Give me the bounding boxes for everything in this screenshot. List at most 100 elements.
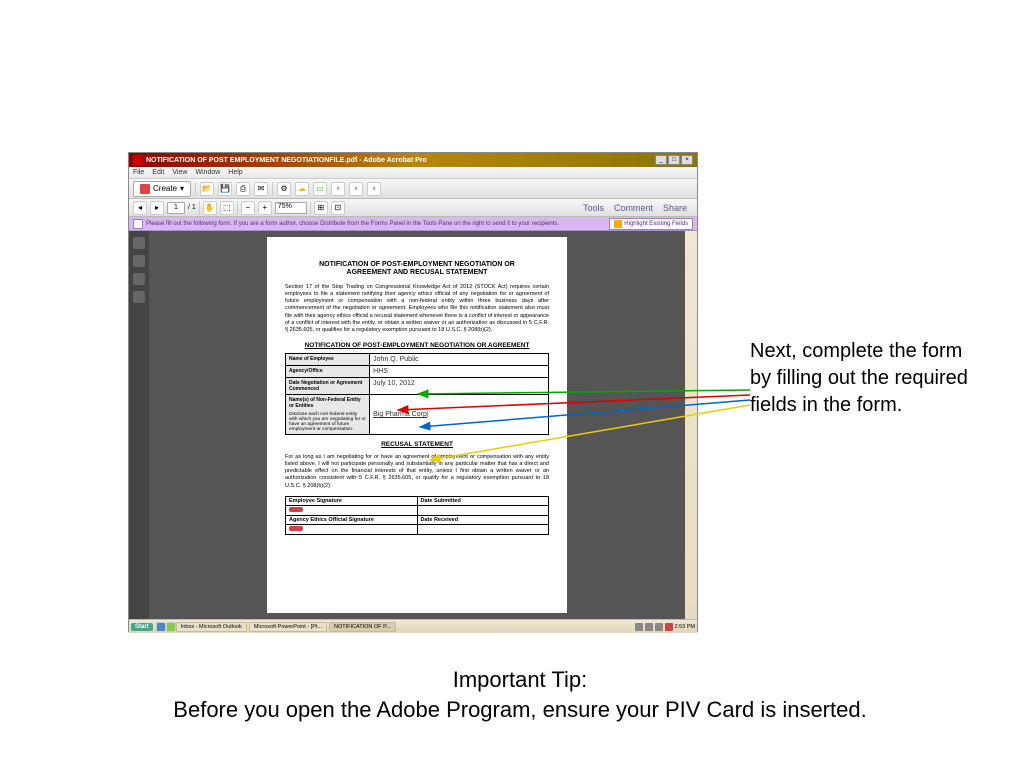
zoom-select[interactable]: 75%: [275, 202, 307, 214]
name-label: Name of Employee: [286, 353, 370, 365]
highlight-fields-icon: [614, 220, 622, 228]
tray-icon[interactable]: [645, 623, 653, 631]
print-icon[interactable]: ⎙: [236, 182, 250, 196]
task-powerpoint[interactable]: Microsoft PowerPoint - [Pt...: [249, 622, 327, 632]
highlight-label: Highlight Existing Fields: [624, 221, 688, 227]
pdf-icon: [133, 155, 143, 165]
tray-icon[interactable]: [655, 623, 663, 631]
select-tool-icon[interactable]: ⬚: [220, 201, 234, 215]
menu-file[interactable]: File: [133, 169, 144, 176]
tray-icon[interactable]: [665, 623, 673, 631]
pdf-page: NOTIFICATION OF POST-EMPLOYMENT NEGOTIAT…: [267, 237, 567, 613]
ethics-sig-field[interactable]: [286, 524, 418, 534]
system-tray: 2:53 PM: [635, 623, 695, 631]
form-icon: [133, 219, 143, 229]
menu-help[interactable]: Help: [228, 169, 242, 176]
create-label: Create: [153, 184, 177, 193]
task-outlook[interactable]: Inbox - Microsoft Outlook: [176, 622, 247, 632]
fit-page-icon[interactable]: ⊡: [331, 201, 345, 215]
recusal-paragraph: For as long as I am negotiating for or h…: [285, 454, 549, 490]
page-viewport[interactable]: NOTIFICATION OF POST-EMPLOYMENT NEGOTIAT…: [149, 231, 685, 619]
zoom-in-button[interactable]: +: [258, 201, 272, 215]
gear-icon[interactable]: ⚙: [277, 182, 291, 196]
tip-title: Important Tip:: [453, 667, 588, 692]
minimize-button[interactable]: _: [655, 155, 667, 165]
tray-icon[interactable]: [635, 623, 643, 631]
menubar: File Edit View Window Help: [129, 167, 697, 179]
email-icon[interactable]: ✉: [254, 182, 268, 196]
signature-mark-icon: [289, 507, 303, 512]
share-button[interactable]: Share: [663, 203, 687, 213]
form-message: Please fill out the following form. If y…: [146, 221, 559, 227]
page-icon[interactable]: ▫: [331, 182, 345, 196]
notification-table: Name of Employee John Q. Public Agency/O…: [285, 353, 549, 435]
tools-button[interactable]: Tools: [583, 203, 604, 213]
signature-mark-icon: [289, 526, 303, 531]
acrobat-window: NOTIFICATION OF POST EMPLOYMENT NEGOTIAT…: [128, 152, 698, 632]
windows-taskbar: Start Inbox - Microsoft Outlook Microsof…: [129, 619, 697, 633]
signatures-icon[interactable]: [133, 291, 145, 303]
separator: [272, 182, 273, 196]
date-field[interactable]: July 10, 2012: [370, 377, 549, 394]
menu-view[interactable]: View: [172, 169, 187, 176]
entity-label-title: Name(s) of Non-Federal Entity or Entitie…: [289, 397, 366, 409]
window-controls: _ □ ×: [655, 155, 693, 165]
vertical-scrollbar[interactable]: [685, 231, 697, 619]
emp-sig-field[interactable]: [286, 505, 418, 515]
nav-sidebar: [129, 231, 149, 619]
save-icon[interactable]: 💾: [218, 182, 232, 196]
intro-paragraph: Section 17 of the Stop Trading on Congre…: [285, 284, 549, 334]
ethics-sig-label: Agency Ethics Official Signature: [286, 515, 418, 524]
agency-field[interactable]: HHS: [370, 365, 549, 377]
thumbnails-icon[interactable]: [133, 237, 145, 249]
signature-table: Employee Signature Date Submitted Agency…: [285, 496, 549, 535]
entity-label: Name(s) of Non-Federal Entity or Entitie…: [286, 394, 370, 434]
date-sub-field[interactable]: [417, 505, 549, 515]
page-number-input[interactable]: [167, 202, 185, 214]
document-area: NOTIFICATION OF POST-EMPLOYMENT NEGOTIAT…: [129, 231, 697, 619]
close-button[interactable]: ×: [681, 155, 693, 165]
hand-tool-icon[interactable]: ✋: [203, 201, 217, 215]
task-acrobat[interactable]: NOTIFICATION OF P...: [329, 622, 396, 632]
page-total: / 1: [188, 204, 196, 211]
main-toolbar: Create ▾ 📂 💾 ⎙ ✉ ⚙ ☁ ▭ ▫ ▫ ▫: [129, 179, 697, 199]
maximize-button[interactable]: □: [668, 155, 680, 165]
pages-icon[interactable]: ▫: [349, 182, 363, 196]
attachments-icon[interactable]: [133, 273, 145, 285]
start-button[interactable]: Start: [131, 623, 153, 631]
chevron-down-icon: ▾: [180, 184, 184, 193]
tip-text: Important Tip: Before you open the Adobe…: [140, 665, 900, 724]
date-sub-label: Date Submitted: [417, 496, 549, 505]
note-icon[interactable]: ☁: [295, 182, 309, 196]
create-button[interactable]: Create ▾: [133, 181, 191, 197]
prev-page-button[interactable]: ◂: [133, 201, 147, 215]
next-page-button[interactable]: ▸: [150, 201, 164, 215]
highlight-icon[interactable]: ▭: [313, 182, 327, 196]
entity-label-desc: Disclose each non-federal entity with wh…: [289, 412, 366, 432]
agency-label: Agency/Office: [286, 365, 370, 377]
menu-window[interactable]: Window: [195, 169, 220, 176]
doc-title-line1: NOTIFICATION OF POST-EMPLOYMENT NEGOTIAT…: [285, 261, 549, 268]
tip-body: Before you open the Adobe Program, ensur…: [173, 697, 866, 722]
explorer-icon[interactable]: [166, 622, 176, 632]
emp-sig-label: Employee Signature: [286, 496, 418, 505]
open-icon[interactable]: 📂: [200, 182, 214, 196]
date-rec-field[interactable]: [417, 524, 549, 534]
bookmarks-icon[interactable]: [133, 255, 145, 267]
nav-toolbar: ◂ ▸ / 1 ✋ ⬚ − + 75% ⊞ ⊡ Tools Comment Sh…: [129, 199, 697, 217]
ie-icon[interactable]: [156, 622, 166, 632]
fit-width-icon[interactable]: ⊞: [314, 201, 328, 215]
export-icon[interactable]: ▫: [367, 182, 381, 196]
comment-button[interactable]: Comment: [614, 203, 653, 213]
name-field[interactable]: John Q. Public: [370, 353, 549, 365]
create-icon: [140, 184, 150, 194]
entity-field[interactable]: Big Pharma Corp|: [370, 394, 549, 434]
date-label: Date Negotiation or Agreement Commenced: [286, 377, 370, 394]
menu-edit[interactable]: Edit: [152, 169, 164, 176]
window-title: NOTIFICATION OF POST EMPLOYMENT NEGOTIAT…: [146, 157, 655, 164]
doc-title-line2: AGREEMENT AND RECUSAL STATEMENT: [285, 269, 549, 276]
zoom-out-button[interactable]: −: [241, 201, 255, 215]
section2-title: RECUSAL STATEMENT: [285, 441, 549, 448]
annotation-text: Next, complete the form by filling out t…: [750, 338, 980, 419]
highlight-fields-button[interactable]: Highlight Existing Fields: [609, 218, 693, 230]
